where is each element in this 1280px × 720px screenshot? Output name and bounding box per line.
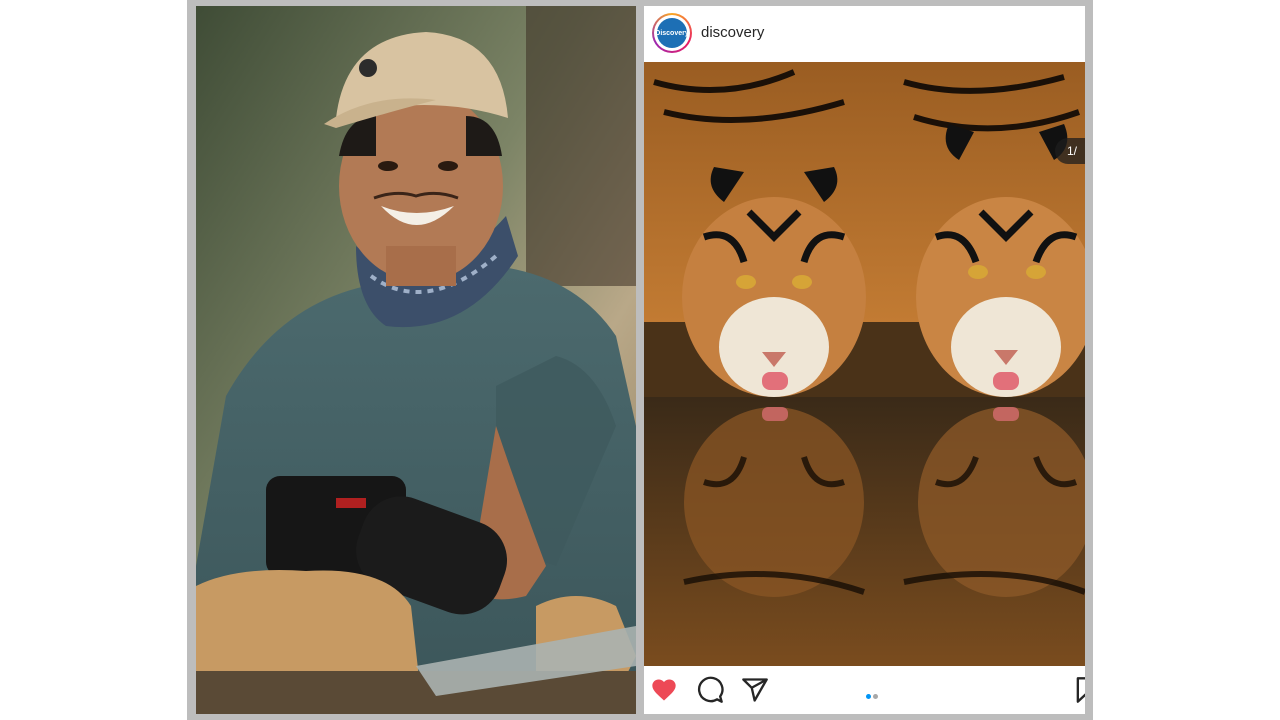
- photographer-photo: [196, 6, 636, 714]
- username[interactable]: discovery: [701, 24, 764, 41]
- post-header: Discovery discovery: [644, 6, 1085, 62]
- carousel-dot: [873, 694, 878, 699]
- post-image[interactable]: 1/: [644, 62, 1085, 666]
- image-counter: 1/: [1055, 138, 1085, 164]
- bookmark-icon[interactable]: [1072, 676, 1085, 704]
- carousel-dots: [866, 686, 880, 704]
- instagram-post: Discovery discovery 1/: [644, 6, 1085, 714]
- carousel-dot-active: [866, 694, 871, 699]
- post-actions: [644, 666, 1085, 714]
- comment-icon[interactable]: [696, 676, 724, 704]
- heart-icon[interactable]: [650, 676, 678, 704]
- discovery-logo: Discovery: [655, 18, 689, 48]
- avatar[interactable]: Discovery: [652, 13, 692, 53]
- send-icon[interactable]: [741, 676, 769, 704]
